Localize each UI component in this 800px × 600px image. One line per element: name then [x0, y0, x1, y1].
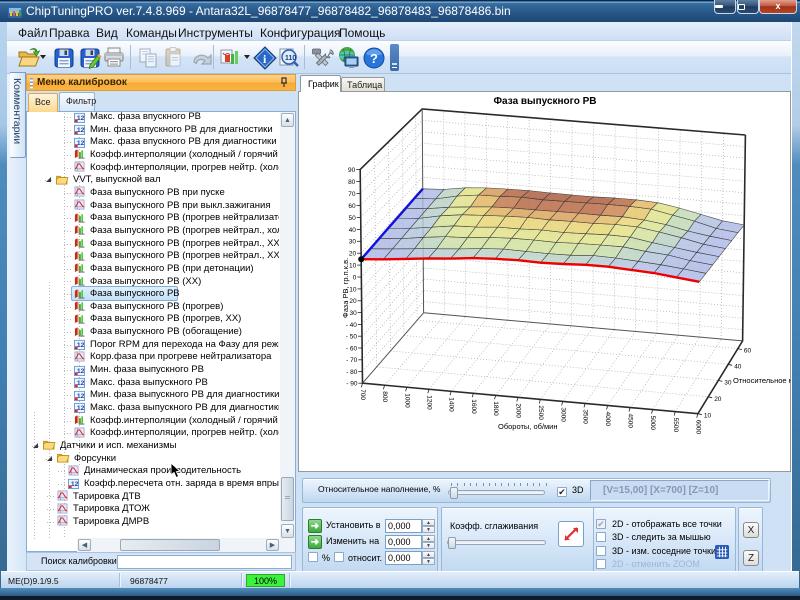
svg-text:60: 60 — [348, 203, 356, 210]
svg-text:12: 12 — [77, 405, 85, 412]
svg-text:10: 10 — [349, 263, 357, 270]
svg-text:12: 12 — [71, 481, 79, 488]
svg-text:4000: 4000 — [604, 412, 611, 427]
svg-text:12: 12 — [77, 140, 85, 147]
svg-text:- 40: - 40 — [346, 322, 358, 329]
svg-text:3000: 3000 — [559, 407, 566, 422]
svg-text:12: 12 — [77, 127, 85, 134]
svg-text:40: 40 — [734, 363, 742, 370]
svg-text:- 60: - 60 — [346, 345, 358, 352]
svg-text:5500: 5500 — [672, 418, 679, 433]
svg-text:- 70: - 70 — [346, 357, 358, 364]
svg-text:0: 0 — [353, 274, 357, 281]
svg-text:2500: 2500 — [537, 405, 544, 420]
svg-text:12: 12 — [77, 342, 85, 349]
svg-text:1600: 1600 — [470, 399, 477, 414]
svg-text:40: 40 — [349, 227, 357, 234]
svg-text:50: 50 — [348, 215, 356, 222]
svg-text:30: 30 — [349, 239, 357, 246]
svg-text:700: 700 — [359, 389, 366, 400]
svg-text:20: 20 — [714, 396, 722, 403]
svg-text:30: 30 — [724, 379, 732, 386]
svg-text:1800: 1800 — [492, 401, 499, 416]
svg-text:?: ? — [370, 51, 378, 66]
svg-text:60: 60 — [744, 348, 752, 355]
svg-text:12: 12 — [77, 393, 85, 400]
svg-text:12: 12 — [77, 114, 85, 121]
svg-text:20: 20 — [349, 251, 357, 258]
svg-text:90: 90 — [348, 167, 356, 174]
svg-text:12: 12 — [77, 380, 85, 387]
svg-text:12: 12 — [77, 367, 85, 374]
svg-text:5000: 5000 — [649, 416, 656, 431]
svg-text:4500: 4500 — [627, 414, 634, 429]
svg-text:70: 70 — [348, 191, 356, 198]
svg-text:1400: 1400 — [448, 397, 455, 412]
svg-text:800: 800 — [381, 391, 388, 402]
svg-text:- 50: - 50 — [346, 334, 358, 341]
svg-text:6000: 6000 — [694, 420, 701, 435]
svg-text:1000: 1000 — [403, 393, 410, 408]
svg-text:- 90: - 90 — [346, 381, 358, 388]
svg-text:1200: 1200 — [426, 395, 433, 410]
svg-text:80: 80 — [348, 179, 356, 186]
svg-text:10: 10 — [704, 413, 712, 420]
svg-text:110: 110 — [285, 55, 296, 62]
svg-text:3500: 3500 — [582, 409, 589, 424]
svg-text:- 80: - 80 — [346, 369, 358, 376]
svg-text:2000: 2000 — [515, 403, 522, 418]
